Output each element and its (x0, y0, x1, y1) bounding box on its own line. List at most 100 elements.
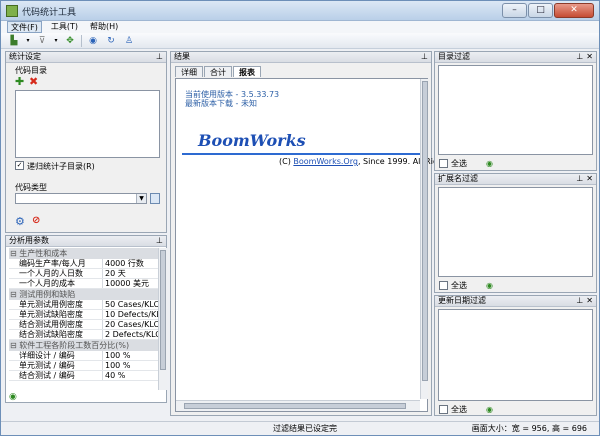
apply-filter-icon[interactable]: ◉ (486, 405, 493, 414)
divider-line (182, 153, 427, 155)
panel-title: 统计设定 (9, 52, 41, 61)
run-stats-icon[interactable]: ⚙ (15, 215, 25, 228)
param-row[interactable]: 单元测试用例密度 50 Cases/KLOC (9, 300, 161, 310)
panel-title: 扩展名过滤 (438, 174, 478, 183)
edit-types-icon[interactable] (150, 193, 160, 204)
close-icon[interactable]: ✕ (586, 174, 593, 184)
panel-header: 扩展名过滤 ⊥ ✕ (435, 174, 596, 185)
panel-header: 结果 ⊥ (171, 52, 431, 63)
status-message: 过滤结果已设定完 (273, 424, 337, 433)
tab-detail[interactable]: 详细 (175, 66, 203, 77)
boomworks-link[interactable]: BoomWorks.Org (293, 157, 358, 166)
horizontal-scrollbar[interactable] (176, 400, 420, 411)
params-grid: ⊟ 生产性和成本 编码生产率/每人月 4000 行数 一个人月的人日数 20 天 一… (9, 248, 161, 381)
app-icon (6, 5, 18, 17)
dir-filter-panel: 目录过滤 ⊥ ✕ 全选 ◉ (434, 51, 597, 171)
param-row[interactable]: 详细设计 / 编码 100 % (9, 351, 161, 361)
recursive-checkbox[interactable]: ✓ (15, 161, 24, 170)
stats-settings-panel: 统计设定 ⊥ 代码目录 ✚ ✖ ✓ 递归统计子目录(R) 代码类型 ▼ ⚙ ⊘ (5, 51, 167, 233)
result-tabs: 详细 合计 报表 (175, 66, 262, 77)
main-window: 代码统计工具 – □ ✕ 文件(F) 工具(T) 帮助(H) ▙ ▾ ⊽ ▾ ✥… (0, 0, 600, 436)
ext-filter-panel: 扩展名过滤 ⊥ ✕ 全选 ◉ (434, 173, 597, 293)
delete-icon[interactable]: ✖ (29, 75, 38, 88)
select-all-checkbox[interactable] (439, 281, 448, 290)
panel-title: 目录过滤 (438, 52, 470, 61)
dropdown-arrow-icon[interactable]: ▾ (53, 35, 59, 47)
refresh-icon[interactable]: ↻ (104, 35, 118, 47)
pin-icon[interactable]: ⊥ (576, 296, 583, 306)
select-all-label: 全选 (451, 281, 467, 290)
close-button[interactable]: ✕ (554, 3, 594, 18)
panel-header: 更新日期过滤 ⊥ ✕ (435, 296, 596, 307)
param-row[interactable]: 编码生产率/每人月 4000 行数 (9, 259, 161, 269)
panel-header: 目录过滤 ⊥ ✕ (435, 52, 596, 63)
menu-tools[interactable]: 工具(T) (48, 21, 81, 33)
tab-report[interactable]: 报表 (233, 66, 261, 77)
param-row[interactable]: 单元测试 / 编码 100 % (9, 361, 161, 371)
boomworks-logo: BoomWorks (198, 131, 306, 150)
stop-icon[interactable]: ⊘ (32, 215, 40, 226)
status-bar: 过滤结果已设定完 画面大小：宽 = 956, 高 = 696 (1, 421, 599, 435)
apply-icon[interactable]: ◉ (9, 392, 17, 402)
param-row[interactable]: 结合测试用例密度 20 Cases/KLOC (9, 320, 161, 330)
select-all-checkbox[interactable] (439, 405, 448, 414)
result-panel: 结果 ⊥ 详细 合计 报表 当前使用版本 - 3.5.33.73 最新版本下载 … (170, 51, 467, 416)
recursive-label: 递归统计子目录(R) (27, 162, 95, 171)
date-filter-panel: 更新日期过滤 ⊥ ✕ 全选 ◉ (434, 295, 597, 416)
panel-title: 分析用参数 (9, 236, 49, 245)
code-dir-list[interactable] (15, 90, 160, 158)
group-header[interactable]: ⊟ 软件工程各阶段工数百分比(%) (9, 340, 161, 351)
maximize-button[interactable]: □ (528, 3, 553, 18)
param-row[interactable]: 结合测试 / 编码 40 % (9, 371, 161, 381)
group-header[interactable]: ⊟ 生产性和成本 (9, 248, 161, 259)
latest-version-text: 最新版本下载 - 未知 (185, 99, 257, 108)
param-row[interactable]: 结合测试缺陷密度 2 Defects/KLOC (9, 330, 161, 340)
apply-filter-icon[interactable]: ◉ (486, 281, 493, 290)
dropdown-arrow-icon[interactable]: ▾ (25, 35, 31, 47)
pin-icon[interactable]: ⊥ (421, 52, 428, 62)
apply-filter-icon[interactable]: ◉ (486, 159, 493, 168)
close-icon[interactable]: ✕ (586, 296, 593, 306)
scrollbar-thumb[interactable] (160, 250, 166, 370)
select-all-label: 全选 (451, 405, 467, 414)
person-icon[interactable]: ♙ (122, 35, 136, 47)
scrollbar-thumb[interactable] (184, 403, 406, 409)
panel-header: 统计设定 ⊥ (6, 52, 166, 63)
pin-icon[interactable]: ⊥ (576, 52, 583, 62)
param-row[interactable]: 一个人月的成本 10000 美元 (9, 279, 161, 289)
report-view: 当前使用版本 - 3.5.33.73 最新版本下载 - 未知 BoomWorks… (175, 78, 467, 412)
group-header[interactable]: ⊟ 测试用例和缺陷 (9, 289, 161, 300)
filter-icon[interactable]: ⊽ (35, 35, 49, 47)
toolbar: ▙ ▾ ⊽ ▾ ✥ ◉ ↻ ♙ (1, 33, 599, 49)
window-title: 代码统计工具 (22, 8, 77, 18)
chevron-down-icon: ▼ (136, 194, 146, 203)
chart-icon[interactable]: ▙ (7, 35, 21, 47)
param-row[interactable]: 一个人月的人日数 20 天 (9, 269, 161, 279)
menu-file[interactable]: 文件(F) (7, 21, 42, 33)
panel-title: 更新日期过滤 (438, 296, 486, 305)
expand-icon[interactable]: ✥ (63, 35, 77, 47)
pin-icon[interactable]: ⊥ (576, 174, 583, 184)
menu-bar: 文件(F) 工具(T) 帮助(H) (1, 21, 599, 33)
dir-filter-list[interactable] (438, 65, 593, 155)
add-icon[interactable]: ✚ (15, 75, 24, 88)
close-icon[interactable]: ✕ (586, 52, 593, 62)
code-type-label: 代码类型 (15, 183, 47, 192)
globe-icon[interactable]: ◉ (86, 35, 100, 47)
param-row[interactable]: 单元测试缺陷密度10 Defects/KLOC (9, 310, 161, 320)
pin-icon[interactable]: ⊥ (156, 236, 163, 246)
scrollbar-thumb[interactable] (422, 81, 428, 381)
minimize-button[interactable]: – (502, 3, 527, 18)
vertical-scrollbar[interactable] (158, 248, 167, 390)
panel-title: 结果 (174, 52, 190, 61)
select-all-label: 全选 (451, 159, 467, 168)
pin-icon[interactable]: ⊥ (156, 52, 163, 62)
select-all-checkbox[interactable] (439, 159, 448, 168)
vertical-scrollbar[interactable] (420, 79, 428, 399)
ext-filter-list[interactable] (438, 187, 593, 277)
date-filter-list[interactable] (438, 309, 593, 401)
screen-size-text: 画面大小：宽 = 956, 高 = 696 (471, 424, 587, 433)
tab-total[interactable]: 合计 (204, 66, 232, 77)
code-type-select[interactable]: ▼ (15, 193, 147, 204)
menu-help[interactable]: 帮助(H) (87, 21, 121, 33)
